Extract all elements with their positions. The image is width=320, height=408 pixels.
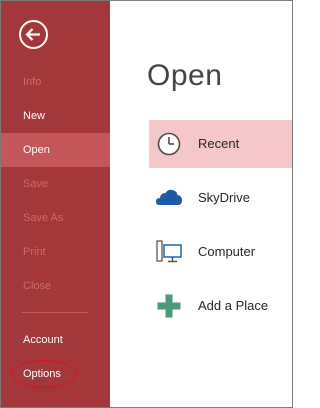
computer-icon [155, 239, 183, 265]
nav-item-info: Info [23, 76, 42, 88]
nav-item-close: Close [23, 280, 52, 292]
nav-item-account[interactable]: Account [1, 323, 110, 357]
place-label: Computer [198, 244, 256, 259]
backstage-nav: Info New Open Save Save As Print Close A… [1, 1, 110, 407]
cloud-icon [155, 185, 183, 211]
place-label: SkyDrive [198, 190, 251, 205]
plus-icon [155, 293, 183, 319]
place-label: Recent [198, 136, 240, 151]
nav-item-print: Print [23, 246, 46, 258]
place-label: Add a Place [198, 298, 269, 313]
back-button[interactable] [18, 19, 49, 50]
place-computer[interactable]: Computer [149, 228, 292, 276]
nav-item-save-as: Save As [23, 212, 64, 224]
nav-item-new[interactable]: New [1, 99, 110, 133]
clock-icon [155, 131, 183, 157]
nav-item-open[interactable]: Open [1, 133, 110, 167]
back-arrow-icon [19, 20, 48, 49]
nav-item-save: Save [23, 178, 49, 190]
page-title: Open [147, 59, 223, 92]
place-add[interactable]: Add a Place [149, 282, 292, 330]
backstage-window: Info New Open Save Save As Print Close A… [0, 0, 293, 408]
place-recent[interactable]: Recent [149, 120, 292, 168]
nav-divider [22, 312, 88, 313]
nav-item-options[interactable]: Options [1, 357, 110, 391]
place-skydrive[interactable]: SkyDrive [149, 174, 292, 222]
